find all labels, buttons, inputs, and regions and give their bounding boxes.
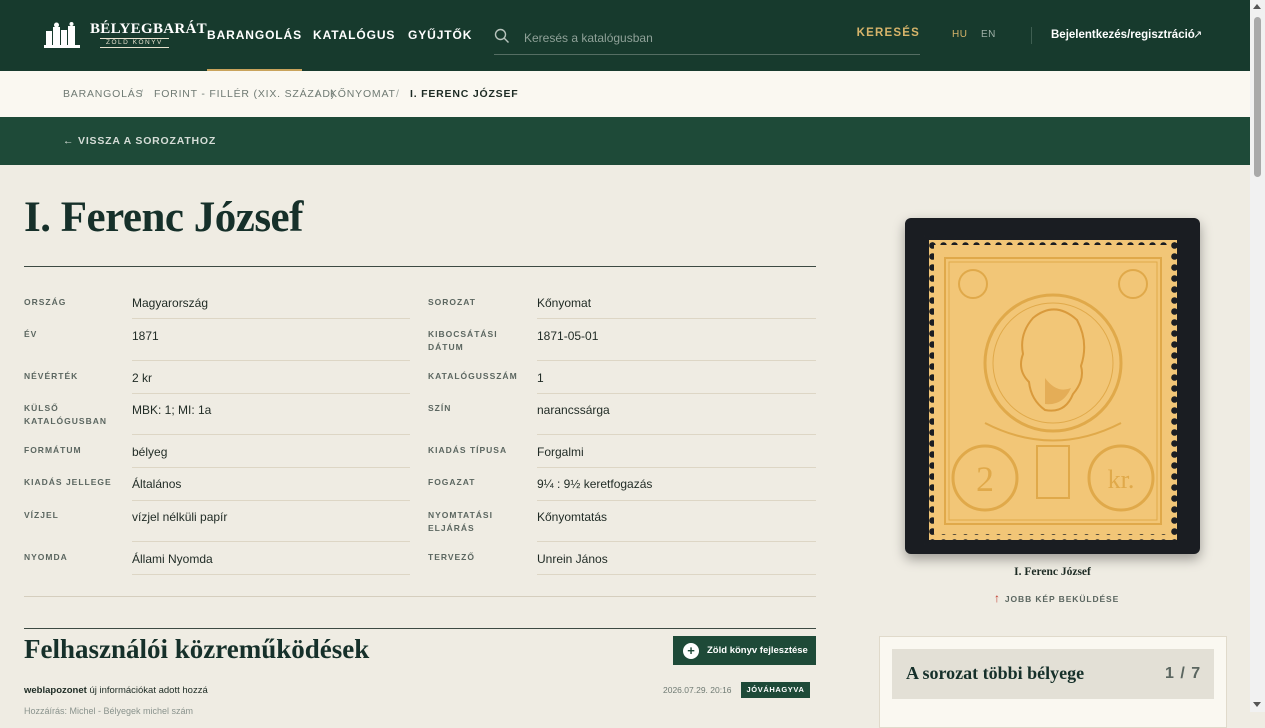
detail-value: Általános (132, 477, 182, 491)
status-badge: JÓVÁHAGYVA (741, 682, 810, 698)
search-bar: KERESÉS (494, 24, 920, 55)
lang-hu[interactable]: HU (952, 29, 967, 40)
detail-label: KIADÁS TÍPUSA (428, 445, 508, 455)
search-input[interactable] (522, 27, 846, 49)
row-divider (132, 318, 410, 319)
improve-button-label: Zöld könyv fejlesztése (707, 645, 808, 656)
contributions-title: Felhasználói közreműködések (24, 634, 370, 664)
detail-label: NYOMTATÁSI ELJÁRÁS (428, 510, 493, 533)
scroll-down-arrow-icon[interactable] (1253, 702, 1261, 707)
improve-green-book-button[interactable]: + Zöld könyv fejlesztése (673, 636, 816, 665)
nav-gyujtok[interactable]: GYŰJTŐK (408, 0, 472, 71)
breadcrumb-barangolas[interactable]: BARANGOLÁS (63, 88, 143, 100)
row-divider (132, 541, 410, 542)
nav-barangolas[interactable]: BARANGOLÁS (207, 0, 302, 71)
row-divider (537, 393, 816, 394)
detail-label: TERVEZŐ (428, 552, 475, 562)
detail-value: 2 kr (132, 371, 153, 385)
detail-label: NÉVÉRTÉK (24, 371, 79, 381)
row-divider (132, 434, 410, 435)
detail-label: VÍZJEL (24, 510, 59, 520)
row-divider (537, 360, 816, 361)
contribution-user[interactable]: weblapozonet (24, 685, 87, 696)
detail-label: KÜLSŐ KATALÓGUSBAN (24, 403, 107, 426)
detail-label: SZÍN (428, 403, 452, 413)
detail-value: 1871 (132, 329, 159, 343)
search-button[interactable]: KERESÉS (857, 27, 920, 39)
search-icon (494, 28, 509, 43)
header-divider (1031, 27, 1032, 44)
site-logo[interactable]: BÉLYEGBARÁT ZÖLD KÖNYV (44, 20, 207, 50)
books-logo-icon (44, 22, 80, 48)
detail-label: ÉV (24, 329, 38, 339)
stamp-denomination-right: kr. (1108, 465, 1135, 494)
stamp-illustration: 2 kr. (923, 234, 1183, 545)
detail-value: Kőnyomat (537, 296, 592, 310)
detail-label: NYOMDA (24, 552, 68, 562)
back-to-series-link[interactable]: ← VISSZA A SOROZATHOZ (63, 135, 216, 147)
row-divider (537, 574, 816, 575)
logo-subtitle: ZÖLD KÖNYV (100, 38, 169, 48)
row-divider (537, 467, 816, 468)
detail-value: 1871-05-01 (537, 329, 599, 343)
title-divider (24, 266, 816, 267)
stamp-denomination-left: 2 (976, 459, 994, 499)
contribution-entry: weblapozonet új információkat adott hozz… (24, 685, 208, 696)
stamp-image[interactable]: 2 kr. (905, 218, 1200, 554)
detail-value: vízjel nélküli papír (132, 510, 228, 524)
contribution-preview: Hozzáírás: Michel - Bélyegek michel szám (24, 706, 194, 716)
detail-label: KIADÁS JELLEGE (24, 477, 112, 487)
breadcrumb-separator: / (140, 88, 143, 100)
detail-label: ORSZÁG (24, 297, 67, 307)
breadcrumb-separator: / (396, 88, 399, 100)
submit-better-image-link[interactable]: ↑ JOBB KÉP BEKÜLDÉSE (994, 591, 1119, 605)
detail-label: KIBOCSÁTÁSI DÁTUM (428, 329, 498, 352)
detail-label: KATALÓGUSSZÁM (428, 371, 518, 381)
contribution-action: új információkat adott hozzá (89, 685, 208, 696)
section-divider (24, 596, 816, 597)
nav-katalogus[interactable]: KATALÓGUS (313, 0, 395, 71)
external-arrow-icon[interactable]: ↗ (1193, 28, 1202, 41)
row-divider (132, 500, 410, 501)
series-title: A sorozat többi bélyege (906, 663, 1085, 683)
breadcrumb-forint-filler[interactable]: FORINT - FILLÉR (XIX. SZÁZAD) (154, 88, 335, 100)
row-divider (132, 467, 410, 468)
row-divider (132, 393, 410, 394)
detail-value: Kőnyomtatás (537, 510, 608, 524)
page-title: I. Ferenc József (24, 194, 303, 241)
upload-arrow-icon: ↑ (994, 591, 1001, 605)
detail-value: Magyarország (132, 296, 209, 310)
row-divider (537, 500, 816, 501)
scrollbar-thumb[interactable] (1254, 17, 1261, 177)
contributions-divider (24, 628, 816, 629)
row-divider (537, 541, 816, 542)
row-divider (132, 574, 410, 575)
breadcrumb-separator: / (316, 88, 319, 100)
row-divider (132, 360, 410, 361)
detail-value: bélyeg (132, 445, 168, 459)
series-counter: 1 / 7 (1165, 665, 1202, 682)
logo-title: BÉLYEGBARÁT (90, 21, 207, 37)
submit-label: JOBB KÉP BEKÜLDÉSE (1004, 594, 1120, 604)
lang-en[interactable]: EN (981, 29, 996, 40)
breadcrumb-current: I. FERENC JÓZSEF (410, 88, 519, 100)
detail-value: Unrein János (537, 552, 608, 566)
detail-value: narancssárga (537, 403, 610, 417)
detail-value: Állami Nyomda (132, 552, 213, 566)
login-link[interactable]: Bejelentkezés/regisztráció (1051, 29, 1195, 41)
breadcrumb-konyomat[interactable]: KŐNYOMAT (330, 88, 396, 100)
stamp-caption: I. Ferenc József (1014, 566, 1091, 578)
detail-label: SOROZAT (428, 297, 476, 307)
detail-label: FORMÁTUM (24, 445, 82, 455)
contribution-date: 2026.07.29. 20:16 (663, 685, 732, 695)
detail-value: 9¼ : 9½ keretfogazás (537, 477, 653, 491)
plus-icon: + (683, 643, 699, 659)
row-divider (537, 318, 816, 319)
detail-label: FOGAZAT (428, 477, 476, 487)
detail-value: MBK: 1; MI: 1a (132, 403, 212, 417)
scroll-up-arrow-icon[interactable] (1253, 4, 1261, 9)
detail-value: Forgalmi (537, 445, 584, 459)
detail-value: 1 (537, 371, 544, 385)
row-divider (537, 434, 816, 435)
